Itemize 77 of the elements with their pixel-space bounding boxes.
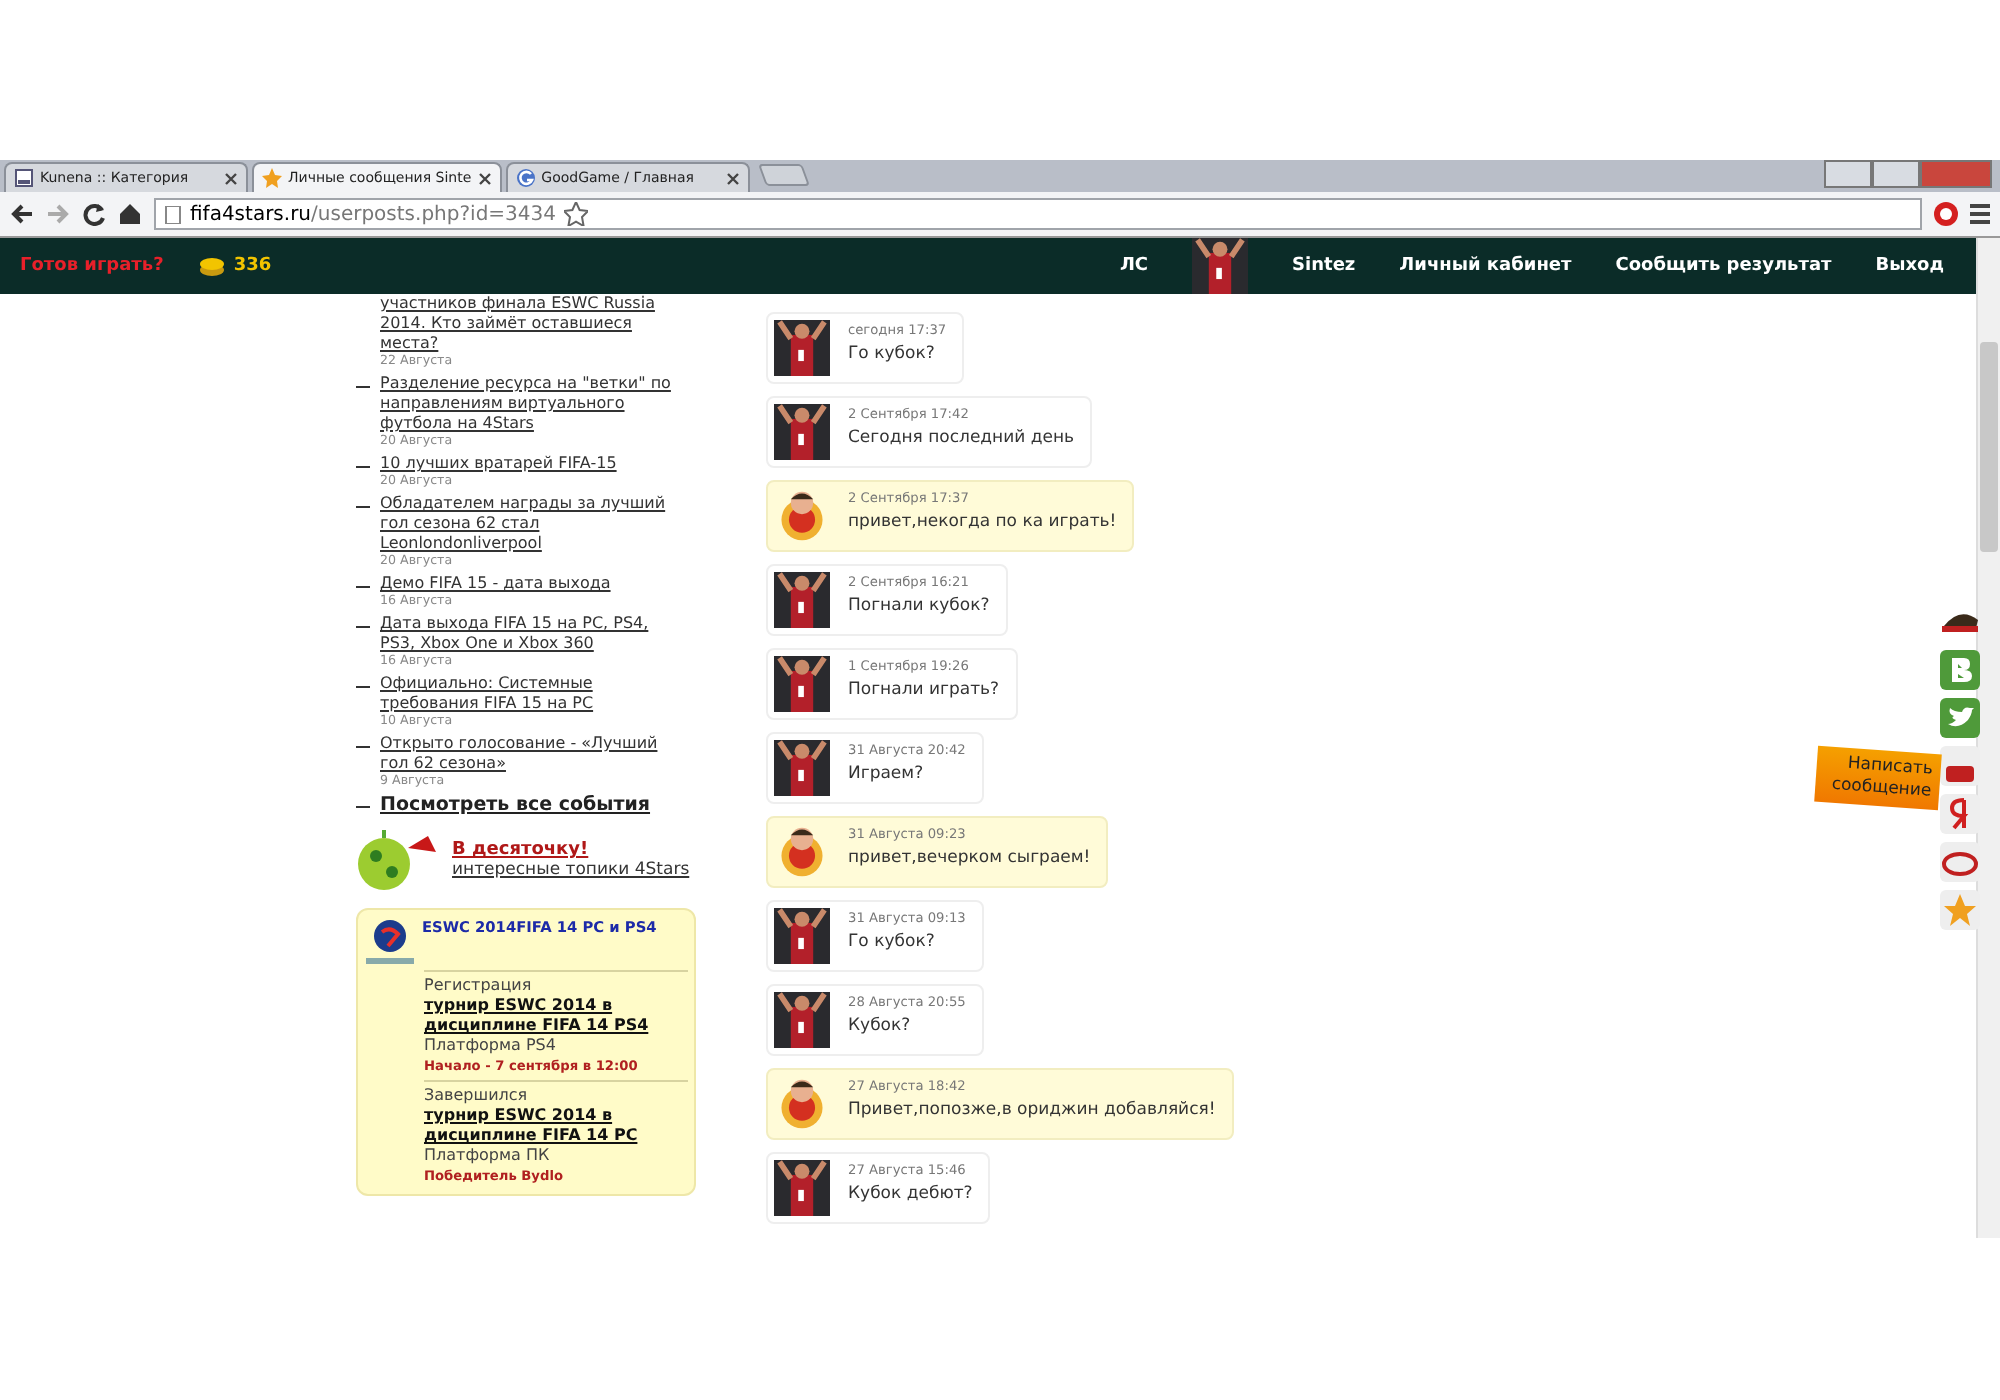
- letter-icon[interactable]: [1940, 794, 1980, 834]
- dash-mark: [356, 686, 370, 688]
- bird-icon[interactable]: [1940, 698, 1980, 738]
- page-icon: [14, 168, 34, 188]
- coins-icon: [199, 254, 224, 278]
- all-events-link[interactable]: Посмотреть все события: [380, 794, 651, 816]
- close-icon[interactable]: [725, 171, 740, 185]
- news-link[interactable]: Открыто голосование - «Лучший гол 62 сезона»: [380, 734, 680, 774]
- scrollbar-thumb[interactable]: [1980, 342, 1998, 552]
- nav-link[interactable]: Личный кабинет: [1399, 256, 1572, 276]
- promo-link[interactable]: В десяточку!: [452, 840, 690, 860]
- back-icon[interactable]: [10, 202, 34, 226]
- user-avatar: [774, 908, 830, 964]
- video-icon[interactable]: [1940, 746, 1980, 786]
- message-text: привет,некогда по ка играть!: [848, 512, 1117, 532]
- user-avatar: [774, 572, 830, 628]
- nav-link[interactable]: Выход: [1875, 256, 1944, 276]
- minimize-button[interactable]: [1824, 160, 1872, 188]
- user-avatar: [774, 404, 830, 460]
- tournament-status: Регистрация: [424, 976, 534, 996]
- news-link[interactable]: Обладателем награды за лучший гол сезона 62 стал Leonlondonliverpool: [380, 494, 680, 554]
- dash-mark: [356, 626, 370, 628]
- close-icon[interactable]: [477, 171, 492, 185]
- star-icon: [564, 202, 588, 226]
- reload-icon[interactable]: [82, 202, 106, 226]
- user-avatar: [774, 656, 830, 712]
- nav-link[interactable]: ЛС: [1119, 256, 1149, 276]
- message-text: Погнали играть?: [848, 680, 1000, 700]
- dash-mark: [356, 466, 370, 468]
- news-link[interactable]: Разделение ресурса на "ветки" по направлениям виртуального футбола на 4Stars: [380, 374, 680, 434]
- news-link[interactable]: Официально: Системные требования FIFA 15 на PC: [380, 674, 680, 714]
- extension-icon: [1934, 202, 1958, 226]
- menu-icon: [1970, 202, 1990, 226]
- g-logo-icon: [515, 168, 536, 188]
- user-avatar: [774, 1160, 830, 1216]
- message-text: Кубок?: [848, 1016, 913, 1036]
- tournament-platform: Платформа ПК: [424, 1146, 552, 1166]
- news-link[interactable]: 10 лучших вратарей FIFA-15: [380, 454, 680, 474]
- message-text: Го кубок?: [848, 344, 937, 364]
- lifebuoy-icon[interactable]: [1940, 842, 1980, 882]
- news-link[interactable]: Дата выхода FIFA 15 на PC, PS4, PS3, Xbox One и Xbox 360: [380, 614, 680, 654]
- user-avatar: [774, 992, 830, 1048]
- promo-subtitle[interactable]: интересные топики 4Stars: [452, 860, 690, 880]
- home-icon[interactable]: [118, 202, 142, 226]
- coins-count: 336: [233, 256, 272, 276]
- maximize-button[interactable]: [1872, 160, 1920, 188]
- dash-mark: [356, 746, 370, 748]
- star-icon: [262, 168, 282, 188]
- close-icon[interactable]: [224, 171, 238, 185]
- eswc-logo-icon: [364, 918, 416, 966]
- dash-mark: [356, 386, 370, 388]
- dash-mark: [356, 806, 370, 808]
- url-text: fifa4stars.ru/userposts.php?id=3434: [190, 203, 556, 225]
- user-avatar: [774, 320, 830, 376]
- tournament-platform: Платформа PS4: [424, 1036, 558, 1056]
- star-icon[interactable]: [1940, 890, 1980, 930]
- message-text: Привет,попозже,в ориджин добавляйся!: [848, 1100, 1216, 1120]
- nav-link[interactable]: Sintez: [1292, 256, 1356, 276]
- message-text: Погнали кубок?: [848, 596, 990, 616]
- message-text: Играем?: [848, 764, 926, 784]
- news-link[interactable]: участников финала ESWC Russia 2014. Кто займёт оставшиеся места?: [380, 294, 680, 354]
- page-icon: [164, 205, 182, 223]
- dash-mark: [356, 586, 370, 588]
- message-text: Го кубок?: [848, 932, 937, 952]
- message-text: Сегодня последний день: [848, 428, 1075, 448]
- user-avatar: [774, 740, 830, 796]
- dash-mark: [356, 506, 370, 508]
- tournament-status: Завершился: [424, 1086, 530, 1106]
- apple-dart-icon: [356, 828, 440, 892]
- write-message-button[interactable]: Написать сообщение: [1814, 745, 1942, 811]
- address-field[interactable]: fifa4stars.ru/userposts.php?id=3434: [154, 198, 1922, 230]
- message-text: привет,вечерком сыграем!: [848, 848, 1091, 868]
- nav-link[interactable]: Сообщить результат: [1615, 256, 1832, 276]
- tournament-link[interactable]: турнир ESWC 2014 в дисциплине FIFA 14 PS4: [424, 996, 688, 1036]
- news-link[interactable]: Демо FIFA 15 - дата выхода: [380, 574, 680, 594]
- tournament-link[interactable]: турнир ESWC 2014 в дисциплине FIFA 14 PC: [424, 1106, 688, 1146]
- message-text: Кубок дебют?: [848, 1184, 973, 1204]
